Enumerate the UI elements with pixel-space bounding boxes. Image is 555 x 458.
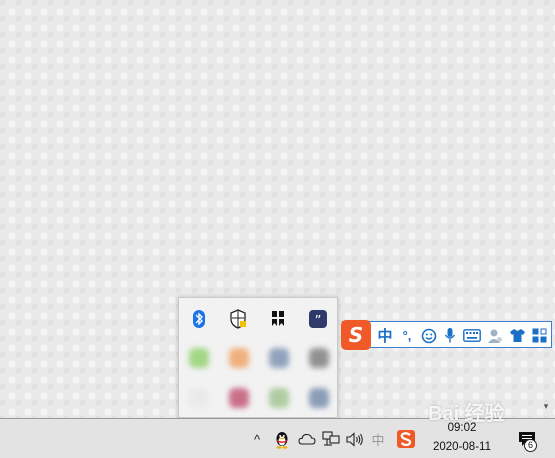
show-hidden-icons-chevron[interactable]: ^: [248, 419, 266, 458]
notification-count-badge: 6: [524, 439, 537, 452]
microphone-icon[interactable]: [441, 322, 459, 349]
security-shield-icon[interactable]: [227, 308, 249, 330]
blurred-tray-icon[interactable]: [309, 348, 329, 368]
ime-mode-indicator[interactable]: 中: [368, 419, 388, 458]
blurred-tray-icon[interactable]: [269, 388, 289, 408]
ime-logo-letter: S: [348, 323, 364, 347]
volume-icon[interactable]: [344, 419, 366, 458]
taskbar-clock[interactable]: 09:02 2020-08-11: [420, 419, 504, 458]
sogou-logo-icon[interactable]: S: [341, 320, 371, 350]
action-center-button[interactable]: 6: [512, 419, 542, 458]
blurred-tray-icon[interactable]: [269, 348, 289, 368]
skin-shirt-icon[interactable]: [507, 322, 527, 349]
toolbox-grid-icon[interactable]: [529, 322, 549, 349]
user-account-icon[interactable]: [485, 322, 505, 349]
blurred-tray-icon[interactable]: [189, 348, 209, 368]
ime-punctuation-button[interactable]: °,: [397, 322, 417, 349]
ime-mode-button[interactable]: 中: [375, 322, 395, 349]
tray-overflow-popup: ”: [178, 297, 338, 418]
svg-text:”: ”: [315, 314, 322, 328]
blurred-tray-icon[interactable]: [229, 348, 249, 368]
scroll-down-arrow[interactable]: ▾: [541, 400, 551, 412]
blurred-tray-icon[interactable]: [309, 388, 329, 408]
clock-date: 2020-08-11: [433, 441, 491, 453]
ime-toolbar[interactable]: S 中 °,: [341, 320, 552, 350]
blurred-tray-icon[interactable]: [229, 388, 249, 408]
quote-app-icon[interactable]: ”: [307, 308, 329, 330]
blurred-tray-icon[interactable]: [189, 388, 209, 408]
keyboard-icon[interactable]: [461, 322, 483, 349]
network-icon[interactable]: [320, 419, 342, 458]
sogou-taskbar-icon[interactable]: [394, 419, 418, 458]
app-bookmark-icon[interactable]: [267, 308, 289, 330]
qq-penguin-icon[interactable]: [271, 419, 293, 458]
clock-time: 09:02: [447, 422, 477, 434]
bluetooth-icon[interactable]: [188, 308, 210, 330]
onedrive-cloud-icon[interactable]: [296, 419, 318, 458]
emoji-icon[interactable]: [419, 322, 439, 349]
taskbar: ^ 中 09:02 2020-08-11 6: [0, 418, 555, 458]
